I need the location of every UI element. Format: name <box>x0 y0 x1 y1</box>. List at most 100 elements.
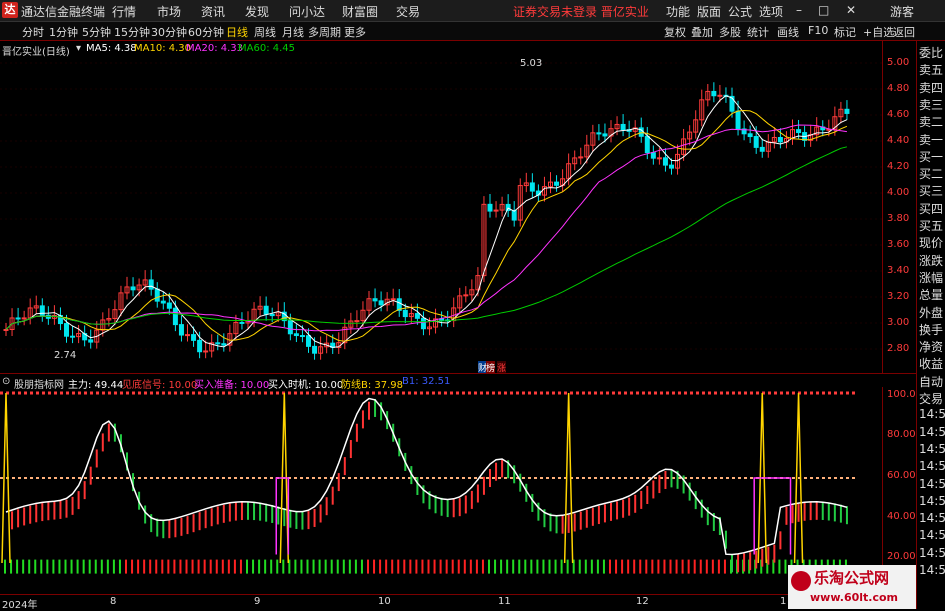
side-panel-item[interactable]: 卖三 <box>919 96 943 113</box>
f10-button[interactable]: F10 <box>808 24 828 37</box>
multi-stock-button[interactable]: 多股 <box>719 24 741 40</box>
tab-30min[interactable]: 30分钟 <box>151 24 187 40</box>
side-panel-item[interactable]: 交易 <box>919 390 943 407</box>
ma5-line <box>5 95 848 348</box>
candle-body <box>717 94 723 97</box>
ma5-label: MA5: 4.38 <box>86 43 137 54</box>
tab-daily[interactable]: 日线 <box>226 24 248 40</box>
minimize-icon[interactable]: – <box>796 3 802 17</box>
bottom-signal-bar <box>445 559 448 574</box>
side-panel-item[interactable]: 总量 <box>919 286 943 303</box>
side-panel-item[interactable]: 外盘 <box>919 304 943 321</box>
candle-body <box>154 288 160 302</box>
bottom-signal-bar <box>481 559 484 574</box>
candlestick-chart[interactable] <box>0 40 882 373</box>
side-panel-item[interactable]: 换手 <box>919 321 943 338</box>
side-panel-item[interactable]: 买五 <box>919 217 943 234</box>
side-panel-item[interactable]: 委比 <box>919 44 943 61</box>
side-panel-item[interactable]: 自动 <box>919 373 943 390</box>
draw-line-button[interactable]: 画线 <box>777 24 799 40</box>
side-panel-item[interactable]: 14:56 <box>919 442 945 456</box>
restore-icon[interactable]: □ <box>818 3 829 17</box>
back-button[interactable]: 返回 <box>893 24 915 40</box>
side-panel-item[interactable]: 卖一 <box>919 131 943 148</box>
bottom-signal-bar <box>687 559 690 574</box>
menu-trade[interactable]: 交易 <box>396 3 420 20</box>
tab-more[interactable]: 更多 <box>344 24 366 40</box>
side-panel-item[interactable]: 14:56 <box>919 494 945 508</box>
menu-ask[interactable]: 问小达 <box>289 3 325 20</box>
indicator-chart[interactable] <box>0 387 882 593</box>
watermark-logo-icon <box>791 571 811 591</box>
tab-15min[interactable]: 15分钟 <box>114 24 150 40</box>
side-panel-item[interactable]: 14:56 <box>919 407 945 421</box>
side-panel-item[interactable]: 14:56 <box>919 459 945 473</box>
bottom-signal-bar <box>542 559 545 574</box>
side-panel-item[interactable]: 卖四 <box>919 79 943 96</box>
bottom-signal-bar <box>451 559 454 574</box>
menu-discover[interactable]: 发现 <box>245 3 269 20</box>
tab-weekly[interactable]: 周线 <box>254 24 276 40</box>
side-panel-item[interactable]: 买二 <box>919 165 943 182</box>
tab-intraday[interactable]: 分时 <box>22 24 44 40</box>
side-panel-item[interactable]: 14:56 <box>919 511 945 525</box>
adjust-button[interactable]: 复权 <box>664 24 686 40</box>
menu-wealth-circle[interactable]: 财富圈 <box>342 3 378 20</box>
menu-function[interactable]: 功能 <box>666 3 690 20</box>
menu-quotes[interactable]: 行情 <box>112 3 136 20</box>
indicator-tick: 60.00 <box>887 470 916 481</box>
side-panel-item[interactable]: 净资 <box>919 338 943 355</box>
side-panel-item[interactable]: 14:56 <box>919 425 945 439</box>
tab-multi-period[interactable]: 多周期 <box>308 24 341 40</box>
bottom-signal-bar <box>28 559 31 574</box>
candle-body <box>644 135 650 154</box>
tab-1min[interactable]: 1分钟 <box>49 24 78 40</box>
add-watchlist-button[interactable]: +自选 <box>863 24 894 40</box>
bottom-signal-bar <box>784 559 787 574</box>
panel-divider[interactable] <box>0 373 916 374</box>
bottom-signal-bar <box>354 559 357 574</box>
side-panel-item[interactable]: 涨跌 <box>919 252 943 269</box>
side-panel-item[interactable]: 卖五 <box>919 61 943 78</box>
bottom-signal-bar <box>300 559 303 574</box>
close-icon[interactable]: ✕ <box>846 3 856 17</box>
login-notice[interactable]: 证券交易未登录 晋亿实业 <box>513 3 649 20</box>
side-panel-item[interactable]: 卖二 <box>919 113 943 130</box>
side-panel-item[interactable]: 买四 <box>919 200 943 217</box>
side-panel-item[interactable]: 涨幅 <box>919 269 943 286</box>
menu-layout[interactable]: 版面 <box>697 3 721 20</box>
menu-formula[interactable]: 公式 <box>728 3 752 20</box>
side-panel-item[interactable]: 14:56 <box>919 477 945 491</box>
bottom-signal-bar <box>342 559 345 574</box>
side-panel-item[interactable]: 买三 <box>919 182 943 199</box>
ma-toggle-icon[interactable]: ▾ <box>76 43 81 54</box>
side-panel-item[interactable]: 14:56 <box>919 546 945 560</box>
bottom-signal-bar <box>621 559 624 574</box>
tab-5min[interactable]: 5分钟 <box>82 24 111 40</box>
side-panel-item[interactable]: 14:56 <box>919 528 945 542</box>
indicator-toggle-icon[interactable]: ⊙ <box>2 376 10 387</box>
mark-button[interactable]: 标记 <box>834 24 856 40</box>
date-label: 11 <box>498 596 511 607</box>
bottom-signal-bar <box>52 559 55 574</box>
guest-user[interactable]: 游客 <box>890 3 914 20</box>
candle-body <box>711 90 717 97</box>
candle-body <box>669 164 674 169</box>
menu-news[interactable]: 资讯 <box>201 3 225 20</box>
statistics-button[interactable]: 统计 <box>747 24 769 40</box>
side-panel-item[interactable]: 买一 <box>919 148 943 165</box>
menu-market[interactable]: 市场 <box>157 3 181 20</box>
bottom-signal-bar <box>270 559 273 574</box>
candle-body <box>160 300 166 304</box>
tab-monthly[interactable]: 月线 <box>282 24 304 40</box>
tab-60min[interactable]: 60分钟 <box>188 24 224 40</box>
side-panel-item[interactable]: 收益 <box>919 355 943 372</box>
candle-body <box>3 328 9 331</box>
side-panel-item[interactable]: 14:56 <box>919 563 945 577</box>
overlay-button[interactable]: 叠加 <box>691 24 713 40</box>
bottom-signal-bar <box>233 559 236 574</box>
menu-options[interactable]: 选项 <box>759 3 783 20</box>
side-panel-item[interactable]: 现价 <box>919 234 943 251</box>
bottom-signal-bar <box>566 559 569 574</box>
bottom-signal-bar <box>463 559 466 574</box>
